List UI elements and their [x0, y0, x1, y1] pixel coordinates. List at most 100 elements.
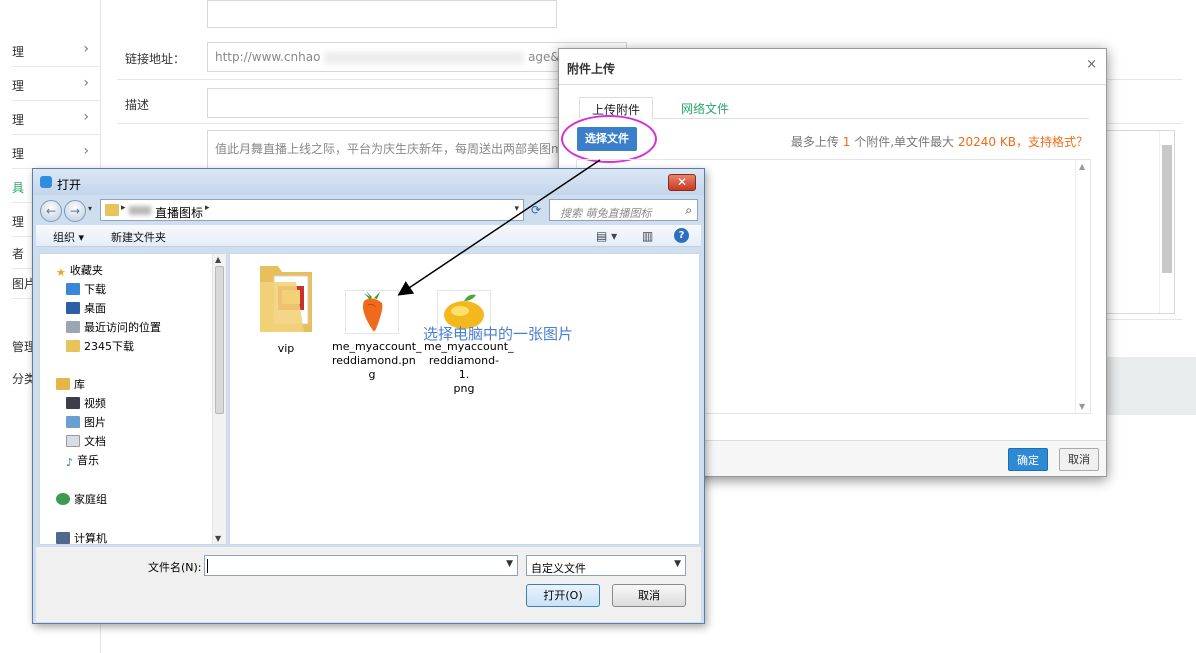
nav-item-homegroup[interactable]: 家庭组 — [56, 491, 107, 507]
search-input[interactable]: 搜索 萌兔直播图标 ⌕ — [549, 199, 698, 221]
supported-formats-link[interactable]: ，支持格式？ — [1016, 135, 1088, 149]
file-item-carrot[interactable]: me_myaccount_ reddiamond.pn g — [332, 290, 422, 382]
nav-item-label: 计算机 — [74, 532, 107, 545]
view-options-icon[interactable]: ▤ ▾ — [596, 229, 617, 243]
sidebar-item-label: 理 — [12, 147, 25, 161]
text-caret — [207, 559, 208, 573]
sidebar-item[interactable]: 理 › — [12, 68, 101, 101]
nav-scroll-thumb[interactable] — [215, 266, 224, 414]
search-placeholder: 搜索 萌兔直播图标 — [560, 207, 652, 220]
dialog-toolbar: 组织 ▾ 新建文件夹 ▤ ▾ ▥ ? — [36, 225, 701, 247]
nav-item-label: 收藏夹 — [69, 264, 103, 277]
refresh-icon[interactable]: ⟳ — [526, 199, 546, 221]
open-file-dialog: 打开 ✕ ← → ▾ ▸ 直播图标 ▸ ▾ ⟳ 搜索 萌兔直播图标 ⌕ 组织 ▾… — [32, 168, 705, 624]
filetype-select[interactable]: 自定义文件 ▼ — [526, 555, 686, 576]
upload-tabs: 上传附件 网络文件 — [579, 97, 1089, 119]
scroll-up-icon[interactable]: ▲ — [215, 255, 221, 264]
new-folder-button[interactable]: 新建文件夹 — [111, 229, 166, 245]
upload-limits-info: 最多上传 1 个附件,单文件最大 20240 KB，支持格式？ — [791, 133, 1088, 150]
desc-label: 描述 — [125, 98, 150, 112]
nav-item-pictures[interactable]: 图片 — [66, 414, 106, 430]
upload-dialog-header: 附件上传 × — [559, 49, 1106, 85]
content-text: 值此月舞直播上线之际，平台为庆生庆新年，每周送出两部美图m — [215, 142, 563, 156]
documents-icon — [66, 435, 80, 447]
scroll-up-icon[interactable]: ▲ — [1079, 162, 1085, 171]
filename-input[interactable]: ▼ — [204, 555, 518, 576]
recent-pages-icon[interactable]: ▾ — [88, 204, 92, 213]
nav-scrollbar[interactable]: ▲ ▼ — [212, 254, 226, 544]
nav-item-favorites[interactable]: ★ 收藏夹 — [56, 262, 103, 279]
chevron-right-icon: › — [83, 75, 89, 91]
chevron-right-icon: › — [83, 143, 89, 159]
nav-item-downloads[interactable]: 下载 — [66, 281, 106, 297]
filetype-value: 自定义文件 — [531, 562, 586, 575]
scroll-down-icon[interactable]: ▼ — [1079, 402, 1085, 411]
organize-menu[interactable]: 组织 ▾ — [53, 229, 84, 245]
desktop-icon — [66, 302, 80, 314]
close-icon[interactable]: ✕ — [668, 174, 696, 191]
file-list: vip me_myaccount_ reddiamond.pn g me_mya… — [229, 253, 700, 545]
folder-icon — [256, 258, 316, 336]
recent-places-icon — [66, 321, 80, 333]
video-icon — [66, 397, 80, 409]
file-name-line-3: g — [368, 368, 376, 381]
chevron-down-icon[interactable]: ▼ — [674, 559, 681, 569]
cancel-button[interactable]: 取消 — [612, 584, 686, 607]
editor-scrollbar[interactable] — [1159, 131, 1174, 313]
nav-item-computer[interactable]: 计算机 — [56, 530, 107, 546]
music-icon: ♪ — [66, 456, 74, 469]
open-button[interactable]: 打开(O) — [526, 584, 600, 607]
nav-item-2345-downloads[interactable]: 2345下载 — [66, 338, 134, 354]
file-name-line-2: reddiamond.pn — [332, 354, 416, 367]
breadcrumb-chevron-icon[interactable]: ▸ — [205, 203, 210, 213]
folder-icon — [105, 204, 119, 216]
forward-icon[interactable]: → — [64, 200, 86, 222]
address-bar[interactable]: ▸ 直播图标 ▸ ▾ — [100, 199, 524, 221]
nav-item-libraries[interactable]: 库 — [56, 376, 85, 392]
computer-icon — [56, 532, 70, 544]
chevron-right-icon: › — [83, 109, 89, 125]
nav-item-recent-places[interactable]: 最近访问的位置 — [66, 319, 161, 335]
upload-dialog-title: 附件上传 — [567, 62, 616, 76]
upload-list-scrollbar[interactable]: ▲ ▼ — [1075, 160, 1090, 413]
chevron-down-icon[interactable]: ▼ — [506, 559, 513, 569]
nav-item-label: 库 — [74, 378, 85, 391]
breadcrumb-chevron-icon[interactable]: ▸ — [121, 203, 126, 213]
search-icon[interactable]: ⌕ — [685, 203, 692, 218]
carrot-image-icon — [345, 290, 399, 334]
help-icon[interactable]: ? — [674, 228, 689, 243]
info-size: 20240 KB — [957, 135, 1016, 149]
tab-network-file[interactable]: 网络文件 — [661, 97, 741, 119]
open-dialog-titlebar: 打开 ✕ — [33, 169, 704, 195]
open-dialog-title: 打开 — [57, 178, 82, 192]
cancel-button[interactable]: 取消 — [1059, 448, 1099, 471]
choose-file-button[interactable]: 选择文件 — [577, 127, 637, 151]
close-icon[interactable]: × — [1086, 57, 1097, 72]
homegroup-icon — [56, 493, 70, 505]
file-name: vip — [277, 342, 295, 355]
nav-item-label: 图片 — [84, 416, 106, 429]
nav-item-videos[interactable]: 视频 — [66, 395, 106, 411]
sidebar-item[interactable]: 理 › — [12, 102, 101, 135]
sidebar-item-label: 理 — [12, 113, 25, 127]
editor-scroll-thumb[interactable] — [1162, 145, 1172, 273]
scroll-down-icon[interactable]: ▼ — [215, 534, 221, 543]
ok-button[interactable]: 确定 — [1008, 448, 1048, 471]
file-item-vip-folder[interactable]: vip — [246, 258, 326, 356]
sidebar-item[interactable]: 理 › — [12, 34, 101, 67]
nav-item-label: 家庭组 — [74, 493, 107, 506]
filename-label: 文件名(N): — [148, 561, 202, 574]
address-row: ← → ▾ ▸ 直播图标 ▸ ▾ ⟳ 搜索 萌兔直播图标 ⌕ — [33, 195, 704, 225]
nav-item-documents[interactable]: 文档 — [66, 433, 106, 449]
sidebar-item[interactable]: 理 › — [12, 136, 101, 169]
nav-item-music[interactable]: ♪ 音乐 — [66, 452, 99, 469]
info-prefix: 最多上传 — [790, 135, 839, 149]
preview-pane-icon[interactable]: ▥ — [642, 229, 653, 243]
back-icon[interactable]: ← — [40, 200, 62, 222]
address-dropdown-icon[interactable]: ▾ — [514, 204, 519, 214]
nav-item-desktop[interactable]: 桌面 — [66, 300, 106, 316]
desc-input[interactable] — [207, 88, 567, 118]
file-name-line-2: reddiamond-1. — [428, 354, 500, 381]
top-input[interactable] — [207, 0, 557, 28]
breadcrumb-current[interactable]: 直播图标 — [155, 204, 203, 221]
